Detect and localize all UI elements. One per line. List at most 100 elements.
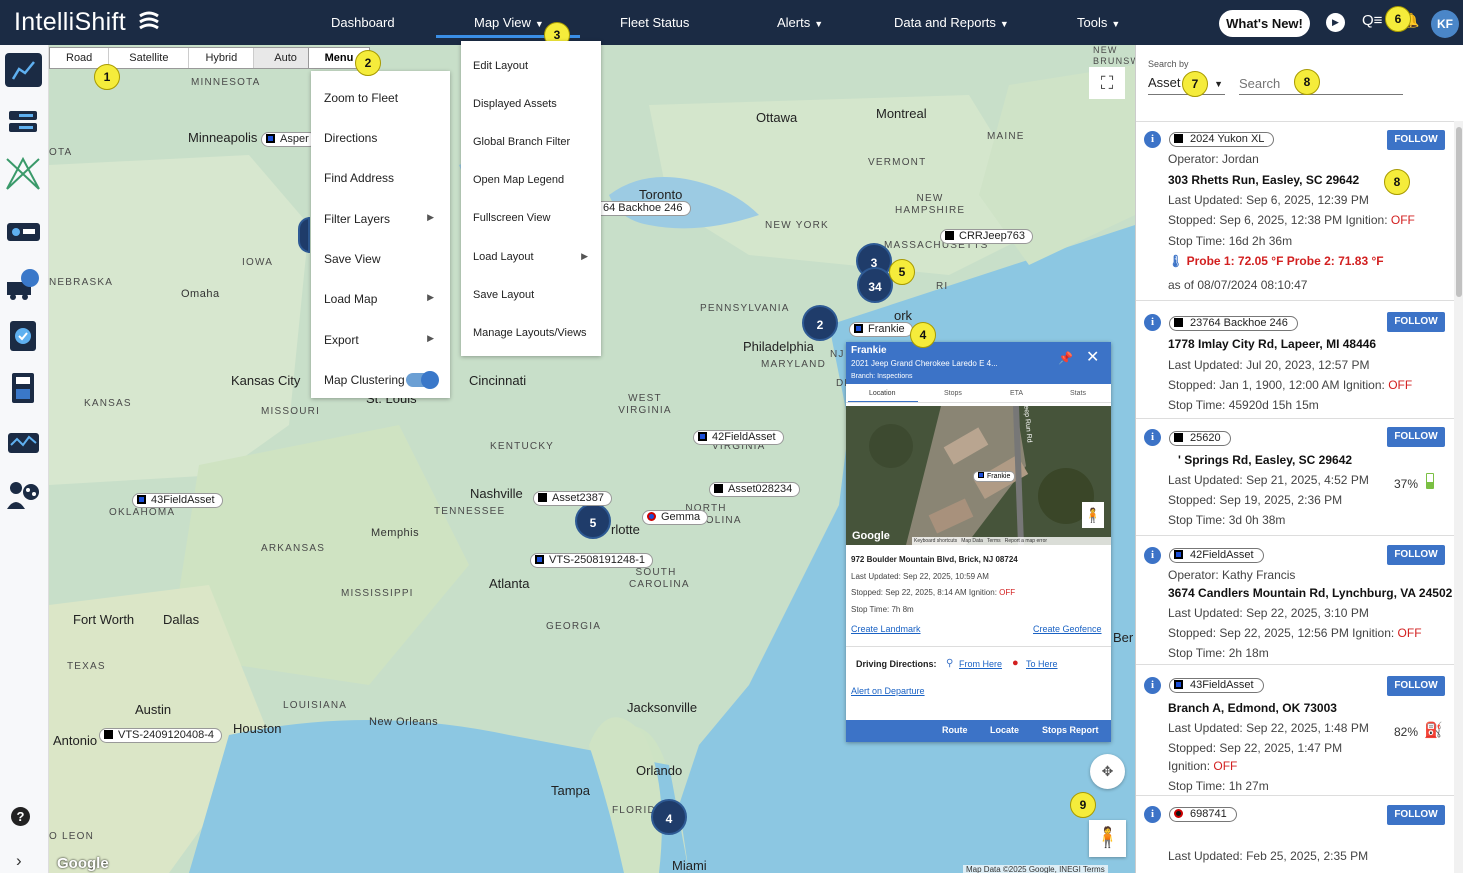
- map-asset-tag[interactable]: VTS-2409120408-4: [99, 728, 223, 743]
- list-scrollbar[interactable]: [1454, 121, 1463, 873]
- nav-map-view[interactable]: Map View ▼: [474, 15, 544, 30]
- menu-item-directions[interactable]: Directions: [324, 131, 439, 145]
- map-asset-tag[interactable]: Gemma: [642, 510, 709, 525]
- follow-button[interactable]: FOLLOW: [1387, 805, 1445, 825]
- asset-card[interactable]: i 25620 FOLLOW ' Springs Rd, Easley, SC …: [1136, 420, 1454, 536]
- mv-item-fullscreen-view[interactable]: Fullscreen View: [473, 212, 593, 224]
- follow-button[interactable]: FOLLOW: [1387, 427, 1445, 447]
- info-icon[interactable]: i: [1144, 131, 1161, 148]
- menu-item-save-view[interactable]: Save View: [324, 252, 439, 266]
- create-landmark-link[interactable]: Create Landmark: [851, 624, 921, 634]
- help-search-icon[interactable]: Q≡: [1362, 12, 1382, 29]
- asset-cluster[interactable]: 5: [575, 503, 611, 539]
- asset-cluster-partial[interactable]: [298, 217, 310, 253]
- analytics-icon[interactable]: [5, 53, 42, 87]
- popup-tab-location[interactable]: Location: [869, 390, 895, 397]
- vehicle-maintenance-icon[interactable]: [5, 267, 42, 301]
- map-type-hybrid[interactable]: Hybrid: [189, 48, 255, 68]
- nav-data-and-reports[interactable]: Data and Reports ▼: [894, 15, 1009, 30]
- asset-card[interactable]: i 23764 Backhoe 246 FOLLOW 1778 Imlay Ci…: [1136, 302, 1454, 419]
- fuel-icon[interactable]: [5, 371, 42, 405]
- mv-item-displayed-assets[interactable]: Displayed Assets: [473, 98, 593, 110]
- menu-item-zoom-to-fleet[interactable]: Zoom to Fleet: [324, 91, 439, 105]
- map-asset-tag[interactable]: Asset2387: [533, 491, 612, 506]
- menu-item-load-map[interactable]: Load Map ▶: [324, 292, 439, 306]
- follow-button[interactable]: FOLLOW: [1387, 676, 1445, 696]
- server-icon[interactable]: [5, 105, 42, 139]
- alert-on-departure-link[interactable]: Alert on Departure: [851, 686, 925, 696]
- asset-cluster[interactable]: 4: [651, 799, 687, 835]
- user-avatar[interactable]: KF: [1431, 10, 1459, 38]
- pin-icon[interactable]: 📌: [1058, 351, 1073, 365]
- info-icon[interactable]: i: [1144, 314, 1161, 331]
- map-clustering-toggle[interactable]: [406, 371, 439, 389]
- menu-item-export[interactable]: Export ▶: [324, 333, 439, 347]
- mv-item-save-layout[interactable]: Save Layout: [473, 289, 593, 301]
- map-asset-tag[interactable]: 42FieldAsset: [693, 430, 784, 445]
- route-network-icon[interactable]: [5, 156, 42, 191]
- nav-dashboard[interactable]: Dashboard: [331, 15, 395, 30]
- asset-cluster[interactable]: 2: [802, 305, 838, 341]
- asset-card[interactable]: i 698741 FOLLOW Last Updated: Feb 25, 20…: [1136, 797, 1454, 873]
- from-here-link[interactable]: From Here: [959, 659, 1002, 669]
- nav-alerts[interactable]: Alerts ▼: [777, 15, 823, 30]
- dashcam-icon[interactable]: [5, 425, 42, 459]
- whats-new-button[interactable]: What's New!: [1219, 10, 1310, 37]
- map-asset-tag[interactable]: 43FieldAsset: [132, 493, 223, 508]
- asset-card[interactable]: i 2024 Yukon XL FOLLOW Operator: Jordan …: [1136, 122, 1454, 301]
- route-button[interactable]: Route: [942, 725, 968, 735]
- annotation-marker: 6: [1385, 6, 1411, 32]
- info-icon[interactable]: i: [1144, 429, 1161, 446]
- map-type-satellite[interactable]: Satellite: [109, 48, 190, 68]
- map-attribution[interactable]: Map Data ©2025 Google, INEGI Terms: [963, 865, 1108, 873]
- map-asset-tag[interactable]: VTS-2508191248-1: [530, 553, 654, 568]
- pegman-icon[interactable]: 🧍: [1082, 502, 1104, 528]
- pegman-icon[interactable]: 🧍: [1089, 820, 1126, 857]
- help-icon[interactable]: ?: [11, 807, 30, 826]
- info-icon[interactable]: i: [1144, 806, 1161, 823]
- map-asset-tag[interactable]: 64 Backhoe 246: [599, 201, 691, 216]
- users-icon[interactable]: [5, 477, 42, 511]
- mv-item-global-branch-filter[interactable]: Global Branch Filter: [473, 136, 593, 148]
- info-icon[interactable]: i: [1144, 547, 1161, 564]
- menu-item-filter-layers[interactable]: Filter Layers ▶: [324, 212, 439, 226]
- pan-control-icon[interactable]: ✥: [1090, 754, 1125, 789]
- close-icon[interactable]: ✕: [1086, 347, 1099, 367]
- map-asset-tag[interactable]: Asset028234: [709, 482, 801, 497]
- tracking-device-icon[interactable]: [5, 215, 42, 249]
- scroll-thumb[interactable]: [1456, 127, 1462, 297]
- mv-item-edit-layout[interactable]: Edit Layout: [473, 60, 593, 72]
- fullscreen-icon[interactable]: ⛶: [1089, 67, 1125, 99]
- map-asset-tag[interactable]: Frankie: [849, 322, 913, 337]
- nav-tools[interactable]: Tools ▼: [1077, 15, 1120, 30]
- asset-card[interactable]: i 43FieldAsset FOLLOW Branch A, Edmond, …: [1136, 666, 1454, 796]
- popup-tab-stats[interactable]: Stats: [1070, 390, 1086, 397]
- image-asset-tag[interactable]: Frankie: [973, 471, 1016, 482]
- map-asset-tag[interactable]: Asper: [261, 132, 317, 147]
- mv-item-load-layout[interactable]: Load Layout ▶: [473, 251, 593, 263]
- search-input[interactable]: [1239, 72, 1403, 95]
- inspection-check-icon[interactable]: [5, 319, 42, 353]
- locate-button[interactable]: Locate: [990, 725, 1019, 735]
- asset-cluster[interactable]: 34: [857, 267, 893, 303]
- follow-button[interactable]: FOLLOW: [1387, 545, 1445, 565]
- play-icon[interactable]: ▶: [1326, 13, 1345, 32]
- satellite-street-image[interactable]: Deep Run Rd Frankie 🧍 Google Keyboard sh…: [846, 406, 1111, 545]
- expand-sidebar-icon[interactable]: ›: [16, 851, 22, 871]
- popup-tab-stops[interactable]: Stops: [944, 390, 962, 397]
- to-here-link[interactable]: To Here: [1026, 659, 1058, 669]
- nav-fleet-status[interactable]: Fleet Status: [620, 15, 689, 30]
- popup-tab-eta[interactable]: ETA: [1010, 390, 1023, 397]
- info-icon[interactable]: i: [1144, 677, 1161, 694]
- map-asset-tag[interactable]: CRRJeep763: [940, 229, 1034, 244]
- create-geofence-link[interactable]: Create Geofence: [1033, 624, 1102, 634]
- mv-item-manage-layouts[interactable]: Manage Layouts/Views: [473, 327, 593, 339]
- stops-report-button[interactable]: Stops Report: [1042, 725, 1099, 735]
- follow-button[interactable]: FOLLOW: [1387, 312, 1445, 332]
- mv-item-open-map-legend[interactable]: Open Map Legend: [473, 174, 593, 186]
- menu-item-find-address[interactable]: Find Address: [324, 171, 439, 185]
- follow-button[interactable]: FOLLOW: [1387, 130, 1445, 150]
- app-logo[interactable]: IntelliShift: [14, 8, 126, 37]
- asset-card[interactable]: i 42FieldAsset FOLLOW Operator: Kathy Fr…: [1136, 537, 1454, 665]
- chevron-down-icon: ▼: [534, 19, 544, 29]
